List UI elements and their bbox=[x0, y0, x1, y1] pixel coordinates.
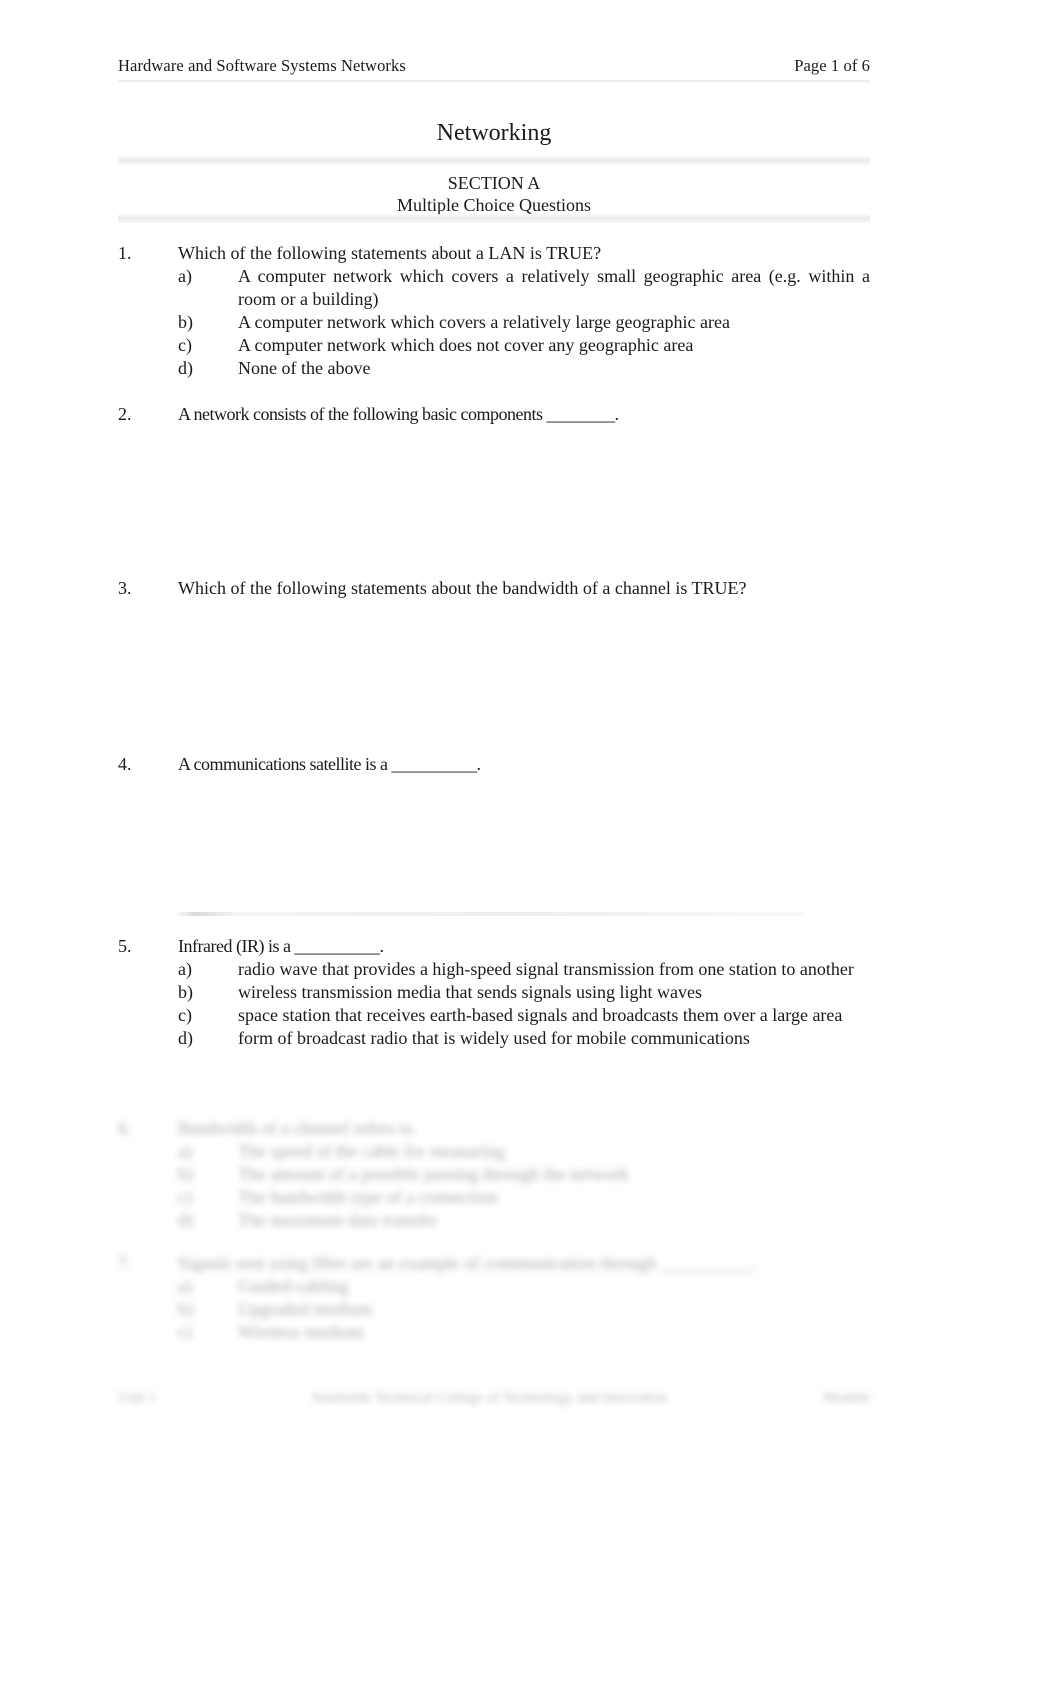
option-text: A computer network which covers a relati… bbox=[238, 312, 730, 332]
option-letter: a) bbox=[178, 1276, 192, 1296]
question-5-text: Infrared (IR) is a __________. bbox=[178, 936, 384, 956]
page-header: Hardware and Software Systems Networks P… bbox=[118, 55, 870, 77]
question-4-stem: 4. A communications satellite is a _____… bbox=[118, 753, 870, 776]
option-text: radio wave that provides a high-speed si… bbox=[238, 959, 854, 979]
option-letter: c) bbox=[178, 1005, 192, 1025]
option-text: The amount of a possible passing through… bbox=[238, 1164, 629, 1184]
question-1-option-a[interactable]: a) A computer network which covers a rel… bbox=[178, 265, 870, 311]
option-letter: b) bbox=[178, 982, 193, 1002]
question-4-text: A communications satellite is a ________… bbox=[178, 754, 481, 774]
question-7-obscured: 7. Signals sent using fibre are an examp… bbox=[118, 1252, 870, 1344]
option-text: Guided cabling bbox=[238, 1276, 349, 1296]
question-7-stem: 7. Signals sent using fibre are an examp… bbox=[118, 1252, 870, 1275]
option-letter: c) bbox=[178, 1187, 192, 1207]
page-footer-obscured: Unit 1 Southside Technical College of Te… bbox=[118, 1390, 870, 1407]
question-6-text: Bandwidth of a channel refers to bbox=[178, 1118, 414, 1138]
option-text: None of the above bbox=[238, 358, 371, 378]
option-letter: d) bbox=[178, 358, 193, 378]
question-5: 5. Infrared (IR) is a __________. a) rad… bbox=[118, 935, 870, 1050]
option-letter: c) bbox=[178, 335, 192, 355]
footer-center: Southside Technical College of Technolog… bbox=[311, 1390, 668, 1406]
section-band-top bbox=[118, 156, 870, 165]
question-5-option-d[interactable]: d) form of broadcast radio that is widel… bbox=[178, 1027, 870, 1050]
question-3-stem: 3. Which of the following statements abo… bbox=[118, 577, 870, 600]
question-7-option-a[interactable]: a) Guided cabling bbox=[178, 1275, 870, 1298]
question-5-option-a[interactable]: a) radio wave that provides a high-speed… bbox=[178, 958, 870, 981]
question-7-text: Signals sent using fibre are an example … bbox=[178, 1253, 756, 1273]
option-letter: d) bbox=[178, 1028, 193, 1048]
section-name: SECTION A bbox=[447, 173, 541, 193]
question-7-option-b[interactable]: b) Upgraded medium bbox=[178, 1298, 870, 1321]
option-letter: b) bbox=[178, 312, 193, 332]
option-letter: d) bbox=[178, 1210, 193, 1230]
option-text: wireless transmission media that sends s… bbox=[238, 982, 702, 1002]
footer-left: Unit 1 bbox=[118, 1390, 156, 1406]
option-text: A computer network which covers a relati… bbox=[238, 266, 870, 309]
section-subtitle: Multiple Choice Questions bbox=[397, 195, 591, 215]
question-4-number: 4. bbox=[118, 754, 132, 774]
option-text: The bandwidth type of a connection bbox=[238, 1187, 498, 1207]
footer-right: Module bbox=[823, 1390, 870, 1406]
question-5-stem: 5. Infrared (IR) is a __________. bbox=[118, 935, 870, 958]
question-7-option-c[interactable]: c) Wireless medium bbox=[178, 1321, 870, 1344]
question-6-option-a[interactable]: a) The speed of the cable for measuring bbox=[178, 1140, 870, 1163]
option-letter: b) bbox=[178, 1164, 193, 1184]
section-heading: SECTION A Multiple Choice Questions bbox=[118, 172, 870, 216]
option-text: The speed of the cable for measuring bbox=[238, 1141, 505, 1161]
header-divider bbox=[118, 80, 870, 83]
option-text: form of broadcast radio that is widely u… bbox=[238, 1028, 750, 1048]
header-document-title: Hardware and Software Systems Networks bbox=[118, 56, 406, 75]
option-letter: a) bbox=[178, 266, 192, 286]
page-title: Networking bbox=[436, 120, 552, 146]
question-6-number: 6. bbox=[118, 1118, 132, 1138]
header-page-number: Page 1 of 6 bbox=[794, 56, 870, 75]
question-2-number: 2. bbox=[118, 404, 132, 424]
option-text: The maximum data transfer bbox=[238, 1210, 438, 1230]
question-7-number: 7. bbox=[118, 1253, 132, 1273]
question-1-option-d[interactable]: d) None of the above bbox=[178, 357, 870, 380]
question-1-stem: 1. Which of the following statements abo… bbox=[118, 242, 870, 265]
option-text: Wireless medium bbox=[238, 1322, 364, 1342]
question-3-text: Which of the following statements about … bbox=[178, 578, 747, 598]
question-1: 1. Which of the following statements abo… bbox=[118, 242, 870, 380]
question-6-stem: 6. Bandwidth of a channel refers to bbox=[118, 1117, 870, 1140]
question-4: 4. A communications satellite is a _____… bbox=[118, 753, 870, 776]
document-page: Hardware and Software Systems Networks P… bbox=[0, 0, 1062, 1691]
question-1-text: Which of the following statements about … bbox=[178, 243, 602, 263]
question-6-option-b[interactable]: b) The amount of a possible passing thro… bbox=[178, 1163, 870, 1186]
question-5-option-b[interactable]: b) wireless transmission media that send… bbox=[178, 981, 870, 1004]
question-5-option-c[interactable]: c) space station that receives earth-bas… bbox=[178, 1004, 870, 1027]
option-letter: b) bbox=[178, 1299, 193, 1319]
section-band-bottom bbox=[118, 214, 870, 223]
option-letter: a) bbox=[178, 959, 192, 979]
question-3-number: 3. bbox=[118, 578, 132, 598]
question-2-stem: 2. A network consists of the following b… bbox=[118, 403, 870, 426]
option-text: Upgraded medium bbox=[238, 1299, 373, 1319]
option-text: space station that receives earth-based … bbox=[238, 1005, 843, 1025]
option-text: A computer network which does not cover … bbox=[238, 335, 694, 355]
faint-separator bbox=[175, 912, 803, 916]
question-2: 2. A network consists of the following b… bbox=[118, 403, 870, 426]
question-1-option-b[interactable]: b) A computer network which covers a rel… bbox=[178, 311, 870, 334]
question-6-option-d[interactable]: d) The maximum data transfer bbox=[178, 1209, 870, 1232]
question-5-number: 5. bbox=[118, 936, 132, 956]
question-3: 3. Which of the following statements abo… bbox=[118, 577, 870, 600]
question-6-option-c[interactable]: c) The bandwidth type of a connection bbox=[178, 1186, 870, 1209]
question-1-option-c[interactable]: c) A computer network which does not cov… bbox=[178, 334, 870, 357]
option-letter: c) bbox=[178, 1322, 192, 1342]
question-6-obscured: 6. Bandwidth of a channel refers to a) T… bbox=[118, 1117, 870, 1232]
option-letter: a) bbox=[178, 1141, 192, 1161]
question-1-number: 1. bbox=[118, 243, 132, 263]
question-2-text: A network consists of the following basi… bbox=[178, 404, 619, 424]
